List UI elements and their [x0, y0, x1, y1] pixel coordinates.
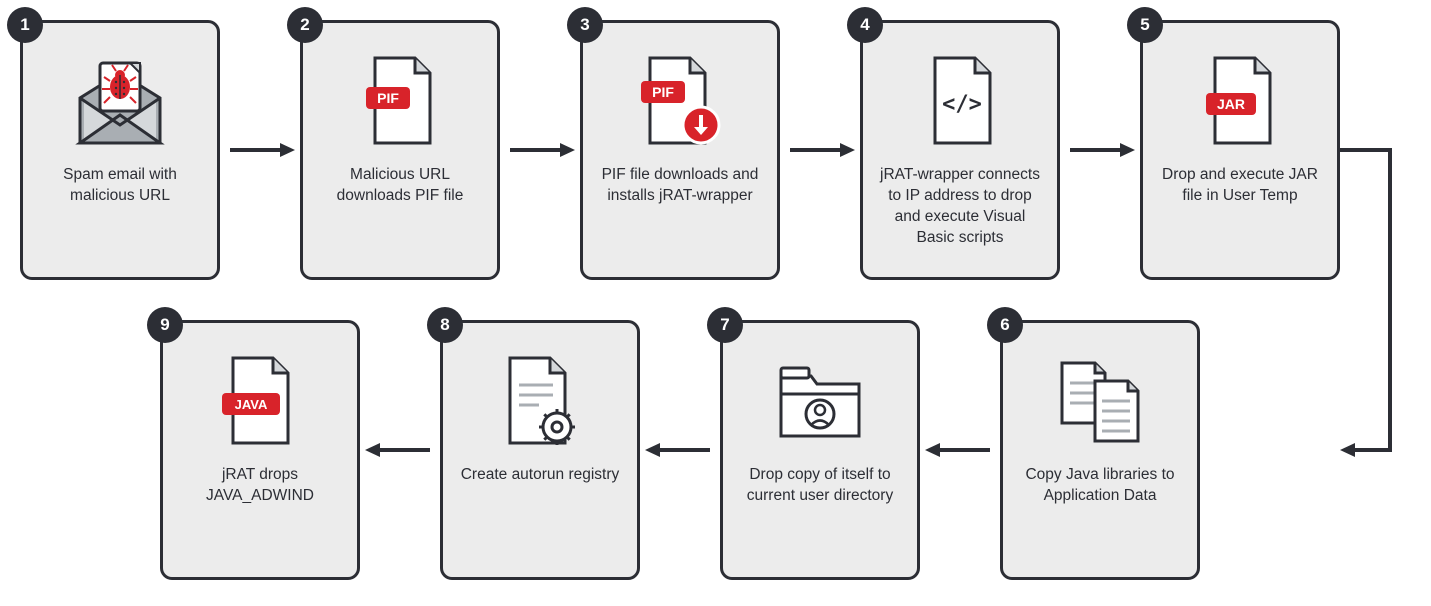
step-caption: Spam email with malicious URL	[35, 165, 205, 207]
step-caption: jRAT-wrapper connects to IP address to d…	[875, 165, 1045, 249]
flow-diagram: 1	[20, 20, 1411, 586]
arrow-left-icon	[920, 320, 1000, 580]
step-number-badge: 6	[987, 307, 1023, 343]
step-caption: jRAT drops JAVA_ADWIND	[175, 465, 345, 507]
step-caption: Create autorun registry	[455, 465, 625, 486]
step-number-badge: 9	[147, 307, 183, 343]
gear-file-icon	[455, 345, 625, 455]
step-9: 9 JAVA jRAT drops JAVA_ADWIND	[160, 320, 360, 580]
svg-text:</>: </>	[942, 92, 982, 117]
arrow-right-icon	[500, 20, 580, 280]
svg-text:PIF: PIF	[652, 84, 674, 100]
step-caption: Drop and execute JAR file in User Temp	[1155, 165, 1325, 207]
arrow-left-icon	[640, 320, 720, 580]
step-7: 7 Drop copy of itself to current user di…	[720, 320, 920, 580]
step-number-badge: 8	[427, 307, 463, 343]
step-caption: PIF file downloads and installs jRAT-wra…	[595, 165, 765, 207]
arrow-left-icon	[360, 320, 440, 580]
pif-file-icon: PIF	[315, 45, 485, 155]
step-number-badge: 3	[567, 7, 603, 43]
row-top: 1	[20, 20, 1340, 280]
svg-text:PIF: PIF	[377, 90, 399, 106]
arrow-right-icon	[1060, 20, 1140, 280]
mail-bug-icon	[35, 45, 205, 155]
row-bottom: 6 Copy Java libraries to Application Dat…	[160, 320, 1200, 580]
step-3: 3 PIF PIF file downloads and installs jR…	[580, 20, 780, 280]
code-file-icon: </>	[875, 45, 1045, 155]
step-caption: Malicious URL downloads PIF file	[315, 165, 485, 207]
step-number-badge: 7	[707, 307, 743, 343]
step-6: 6 Copy Java libraries to Application Dat…	[1000, 320, 1200, 580]
step-5: 5 JAR Drop and execute JAR file in User …	[1140, 20, 1340, 280]
arrow-right-icon	[220, 20, 300, 280]
java-file-icon: JAVA	[175, 345, 345, 455]
step-1: 1	[20, 20, 220, 280]
pif-download-icon: PIF	[595, 45, 765, 155]
step-number-badge: 4	[847, 7, 883, 43]
step-number-badge: 5	[1127, 7, 1163, 43]
step-4: 4 </> jRAT-wrapper connects to IP addres…	[860, 20, 1060, 280]
copy-files-icon	[1015, 345, 1185, 455]
step-number-badge: 1	[7, 7, 43, 43]
step-8: 8	[440, 320, 640, 580]
svg-text:JAR: JAR	[1217, 96, 1245, 112]
step-caption: Drop copy of itself to current user dire…	[735, 465, 905, 507]
jar-file-icon: JAR	[1155, 45, 1325, 155]
user-folder-icon	[735, 345, 905, 455]
svg-text:JAVA: JAVA	[234, 397, 267, 412]
step-caption: Copy Java libraries to Application Data	[1015, 465, 1185, 507]
arrow-right-icon	[780, 20, 860, 280]
arrow-down-right-icon	[1340, 150, 1420, 450]
step-number-badge: 2	[287, 7, 323, 43]
step-2: 2 PIF Malicious URL downloads PIF file	[300, 20, 500, 280]
